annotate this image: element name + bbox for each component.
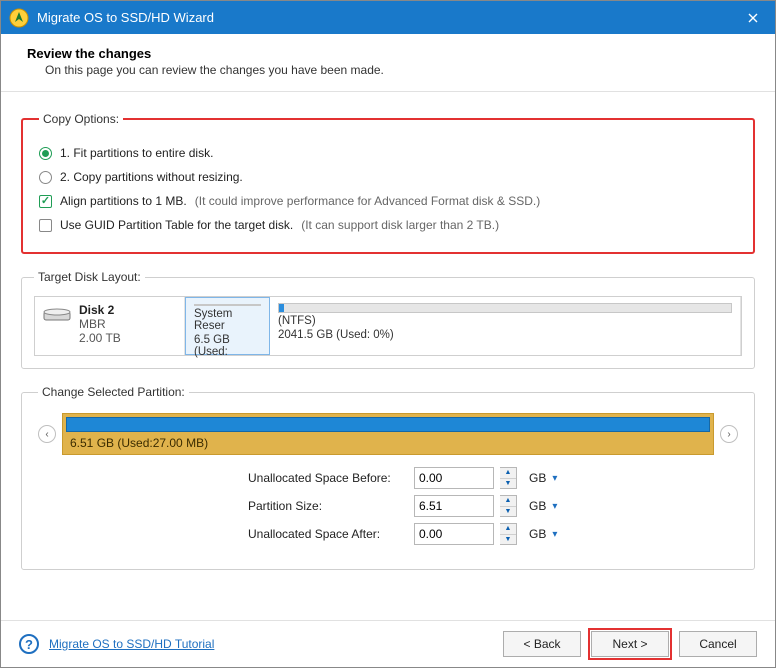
copy-options-group: Copy Options: 1. Fit partitions to entir… (21, 112, 755, 254)
unit-dropdown[interactable]: GB ▾ (529, 499, 557, 513)
chevron-right-icon: › (727, 429, 730, 440)
change-partition-legend: Change Selected Partition: (38, 385, 189, 399)
slider-fill (66, 417, 710, 432)
disk-info[interactable]: Disk 2 MBR 2.00 TB (35, 297, 185, 355)
field-partition-size: Partition Size: ▲▼ GB ▾ (248, 495, 738, 517)
unit-label: GB (529, 471, 546, 485)
radio-icon (39, 171, 52, 184)
partition-system-reserved[interactable]: System Reser 6.5 GB (Used: (185, 297, 270, 355)
chevron-up-icon: ▲ (500, 496, 516, 507)
disk-type: MBR (79, 317, 121, 331)
field-unallocated-after: Unallocated Space After: ▲▼ GB ▾ (248, 523, 738, 545)
titlebar: Migrate OS to SSD/HD Wizard (1, 1, 775, 34)
option-fit-partitions[interactable]: 1. Fit partitions to entire disk. (39, 146, 737, 160)
change-partition-group: Change Selected Partition: ‹ 6.51 GB (Us… (21, 385, 755, 570)
slider-summary: 6.51 GB (Used:27.00 MB) (66, 436, 710, 450)
window-title: Migrate OS to SSD/HD Wizard (37, 10, 730, 25)
radio-icon (39, 147, 52, 160)
field-label: Unallocated Space After: (248, 527, 408, 541)
cancel-button[interactable]: Cancel (679, 631, 757, 657)
partition-size-input[interactable] (414, 495, 494, 517)
unit-label: GB (529, 527, 546, 541)
spinner[interactable]: ▲▼ (500, 467, 517, 489)
option-hint: (It could improve performance for Advanc… (195, 194, 540, 208)
partition-label: (NTFS) (278, 315, 732, 327)
chevron-down-icon: ▼ (500, 479, 516, 489)
unallocated-before-input[interactable] (414, 467, 494, 489)
partition-ntfs[interactable]: (NTFS) 2041.5 GB (Used: 0%) (270, 297, 741, 355)
spinner[interactable]: ▲▼ (500, 495, 517, 517)
unit-label: GB (529, 499, 546, 513)
chevron-up-icon: ▲ (500, 524, 516, 535)
next-button[interactable]: Next > (591, 631, 669, 657)
slider-left-button[interactable]: ‹ (38, 425, 56, 443)
checkbox-icon (39, 195, 52, 208)
option-hint: (It can support disk larger than 2 TB.) (301, 218, 499, 232)
back-button[interactable]: < Back (503, 631, 581, 657)
wizard-footer: ? Migrate OS to SSD/HD Tutorial < Back N… (1, 620, 775, 667)
partition-size: 2041.5 GB (Used: 0%) (278, 329, 732, 341)
page-title: Review the changes (27, 46, 749, 61)
disk-size: 2.00 TB (79, 331, 121, 345)
partition-label: System Reser (194, 308, 261, 332)
option-label: Use GUID Partition Table for the target … (60, 218, 293, 232)
caret-down-icon: ▾ (552, 473, 557, 484)
app-icon (9, 8, 29, 28)
disk-layout: Disk 2 MBR 2.00 TB System Reser 6.5 GB (… (34, 296, 742, 356)
field-unallocated-before: Unallocated Space Before: ▲▼ GB ▾ (248, 467, 738, 489)
chevron-left-icon: ‹ (45, 429, 48, 440)
disk-icon (43, 305, 71, 323)
caret-down-icon: ▾ (552, 529, 557, 540)
target-disk-layout-group: Target Disk Layout: Disk 2 MBR 2.00 TB S… (21, 270, 755, 369)
field-label: Partition Size: (248, 499, 408, 513)
unallocated-after-input[interactable] (414, 523, 494, 545)
checkbox-icon (39, 219, 52, 232)
option-label: 2. Copy partitions without resizing. (60, 170, 243, 184)
caret-down-icon: ▾ (552, 501, 557, 512)
chevron-down-icon: ▼ (500, 507, 516, 517)
chevron-up-icon: ▲ (500, 468, 516, 479)
page-header: Review the changes On this page you can … (1, 34, 775, 92)
target-disk-layout-legend: Target Disk Layout: (34, 270, 145, 284)
chevron-down-icon: ▼ (500, 535, 516, 545)
copy-options-legend: Copy Options: (39, 112, 123, 126)
option-align-partitions[interactable]: Align partitions to 1 MB. (It could impr… (39, 194, 737, 208)
slider-right-button[interactable]: › (720, 425, 738, 443)
partition-slider[interactable]: 6.51 GB (Used:27.00 MB) (62, 413, 714, 455)
page-subtitle: On this page you can review the changes … (45, 63, 749, 77)
option-copy-no-resize[interactable]: 2. Copy partitions without resizing. (39, 170, 737, 184)
option-label: Align partitions to 1 MB. (60, 194, 187, 208)
disk-name: Disk 2 (79, 303, 121, 317)
option-label: 1. Fit partitions to entire disk. (60, 146, 213, 160)
unit-dropdown[interactable]: GB ▾ (529, 471, 557, 485)
close-button[interactable] (730, 1, 775, 34)
option-use-gpt[interactable]: Use GUID Partition Table for the target … (39, 218, 737, 232)
partition-size: 6.5 GB (Used: (194, 334, 261, 358)
field-label: Unallocated Space Before: (248, 471, 408, 485)
help-icon[interactable]: ? (19, 634, 39, 654)
unit-dropdown[interactable]: GB ▾ (529, 527, 557, 541)
spinner[interactable]: ▲▼ (500, 523, 517, 545)
tutorial-link[interactable]: Migrate OS to SSD/HD Tutorial (49, 637, 214, 651)
